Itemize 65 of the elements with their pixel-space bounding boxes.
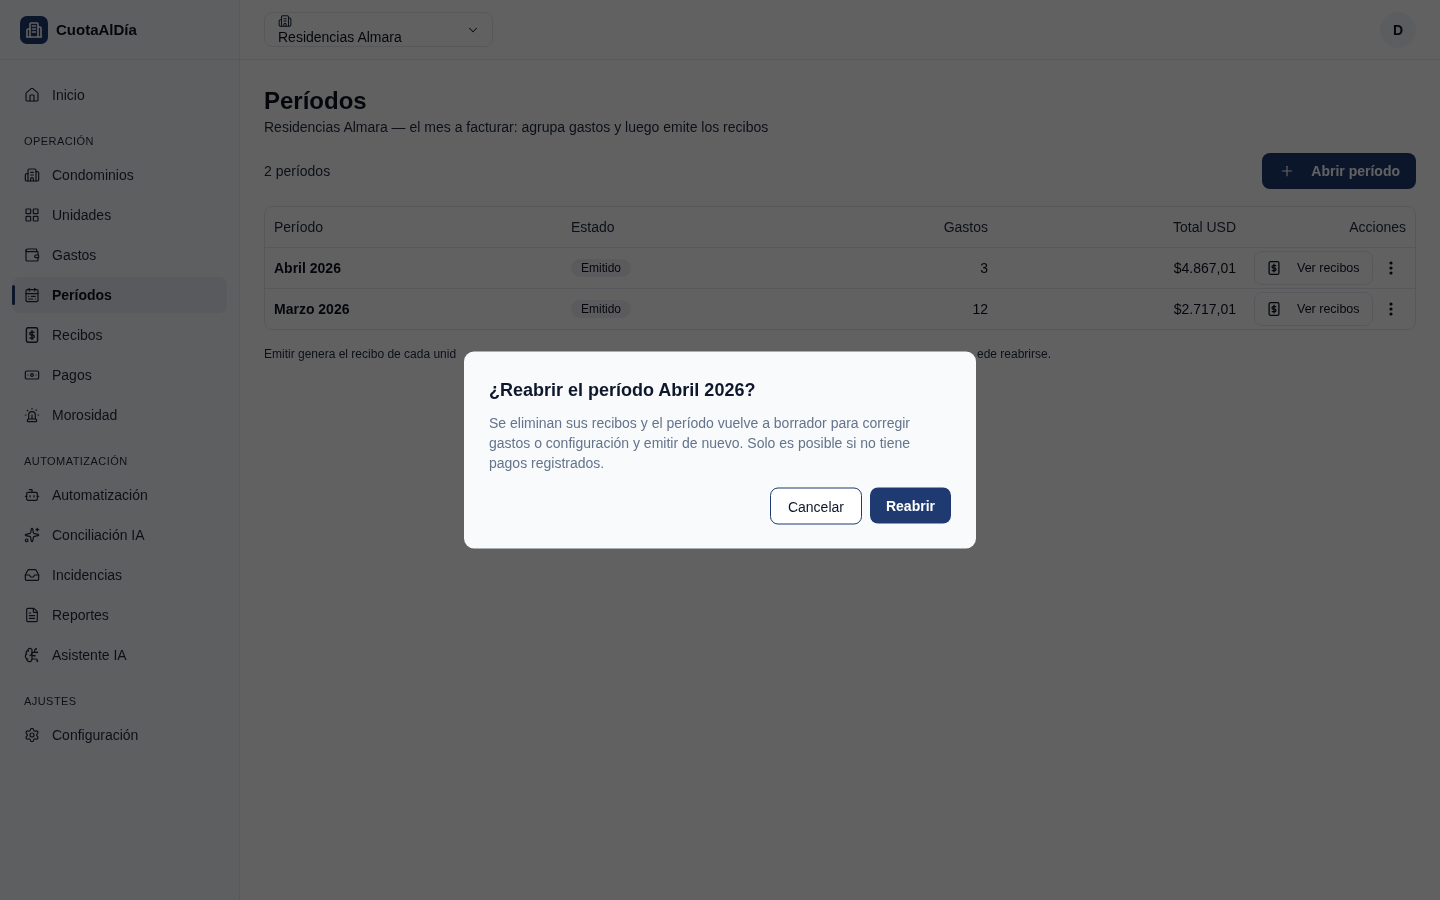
house-icon — [24, 87, 40, 103]
nav-item[interactable]: Unidades — [12, 197, 227, 233]
dollar-document-icon — [1267, 302, 1281, 316]
nav-item[interactable]: Morosidad — [12, 397, 227, 433]
nav-item[interactable]: Configuración — [12, 717, 227, 753]
section-label: OPERACIÓN — [23, 134, 95, 149]
vertical-dots-icon — [1389, 302, 1394, 316]
footnote-text: ede reabrirse. — [977, 346, 1053, 362]
condominium-select[interactable]: Residencias Almara — [264, 12, 493, 47]
nav-item[interactable]: Condominios — [12, 157, 227, 193]
nav-item[interactable]: Gastos — [12, 237, 227, 273]
column-header: Estado — [571, 219, 615, 235]
nav-item[interactable]: Inicio — [12, 77, 227, 113]
period-count: 2 períodos — [264, 163, 331, 179]
sparkles-icon — [24, 527, 40, 543]
section-label: AUTOMATIZACIÓN — [23, 454, 129, 469]
cancel-button[interactable]: Cancelar — [769, 487, 862, 525]
footnote-text: Emitir genera el recibo de cada unid — [264, 346, 458, 362]
page-subtitle: Residencias Almara — el mes a facturar: agrupa gastos y luego emite los recibos — [264, 118, 770, 137]
view-receipts-button[interactable]: Ver recibos — [1254, 292, 1373, 326]
total-amount: $2.717,01 — [1173, 301, 1236, 317]
open-period-button[interactable]: Abrir período — [1262, 153, 1416, 189]
dialog-message: Se eliminan sus recibos y el período vuelve a borrador para corregir gastos o configuración y emitir de nuevo. Solo es posible si no tiene pagos registrados. — [489, 413, 912, 473]
column-header: Total USD — [1172, 219, 1236, 235]
nav-item[interactable]: Pagos — [12, 357, 227, 393]
siren-icon — [24, 407, 40, 423]
banknote-icon — [24, 367, 40, 383]
nav-item[interactable]: Asistente IA — [12, 637, 227, 673]
expense-count: 3 — [980, 260, 988, 276]
brain-icon — [24, 647, 40, 663]
nav-item[interactable]: Reportes — [12, 597, 227, 633]
view-receipts-button[interactable]: Ver recibos — [1254, 251, 1373, 285]
building-logo-icon — [20, 15, 48, 44]
vertical-dots-icon — [1389, 261, 1394, 275]
column-header: Período — [274, 219, 324, 235]
wallet-icon — [24, 247, 40, 263]
document-icon — [24, 607, 40, 623]
column-header: Acciones — [1349, 219, 1406, 235]
status-badge: Emitido — [571, 300, 631, 318]
inbox-icon — [24, 567, 40, 583]
period-name: Marzo 2026 — [274, 301, 350, 317]
nav-item[interactable]: Recibos — [12, 317, 227, 353]
dollar-document-icon — [24, 327, 40, 343]
building-icon — [24, 167, 40, 183]
period-name: Abril 2026 — [274, 260, 341, 276]
nav-item[interactable]: Períodos — [12, 277, 227, 313]
calendar-icon — [24, 287, 40, 303]
building-icon — [278, 14, 292, 28]
user-avatar[interactable]: D — [1380, 11, 1416, 48]
reopen-button[interactable]: Reabrir — [869, 487, 951, 524]
dollar-document-icon — [1267, 261, 1281, 275]
nav-item[interactable]: Incidencias — [12, 557, 227, 593]
dialog-title: ¿Reabrir el período Abril 2026? — [489, 378, 757, 402]
total-amount: $4.867,01 — [1173, 260, 1236, 276]
section-label: AJUSTES — [23, 694, 78, 709]
nav-item[interactable]: Automatización — [12, 477, 227, 513]
column-header: Gastos — [943, 219, 988, 235]
settings-icon — [24, 727, 40, 743]
page-title: Períodos — [264, 86, 368, 116]
grid-icon — [24, 207, 40, 223]
robot-icon — [24, 487, 40, 503]
brand-name: CuotaAlDía — [56, 21, 137, 38]
expense-count: 12 — [972, 301, 988, 317]
nav-item[interactable]: Conciliación IA — [12, 517, 227, 553]
status-badge: Emitido — [571, 259, 631, 277]
